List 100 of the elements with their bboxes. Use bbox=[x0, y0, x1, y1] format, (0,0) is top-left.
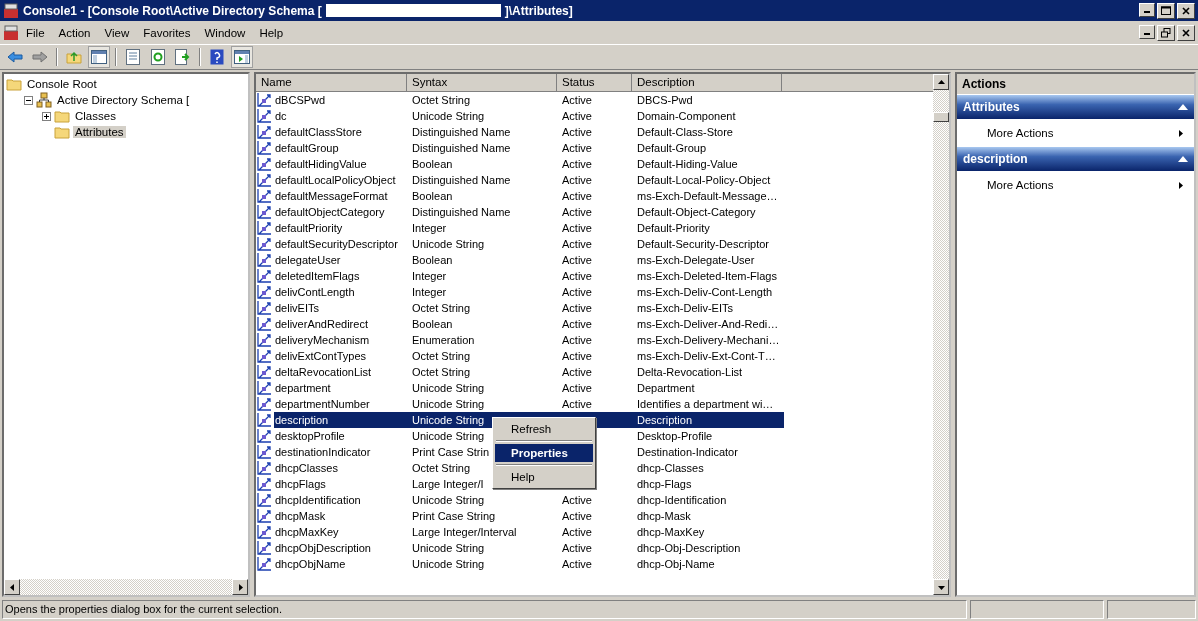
table-cell[interactable]: dhcpObjDescription bbox=[274, 540, 407, 556]
table-cell[interactable]: defaultHidingValue bbox=[274, 156, 407, 172]
table-cell[interactable]: description bbox=[274, 412, 407, 428]
table-cell-text: dhcp-MaxKey bbox=[637, 525, 705, 540]
close-button[interactable] bbox=[1177, 24, 1195, 41]
table-cell[interactable]: dhcpObjName bbox=[274, 556, 407, 572]
table-cell[interactable]: delegateUser bbox=[274, 252, 407, 268]
attribute-icon bbox=[256, 172, 272, 188]
table-cell[interactable]: dhcpMaxKey bbox=[274, 524, 407, 540]
minimize-icon bbox=[1144, 10, 1150, 13]
schema-icon bbox=[36, 92, 52, 108]
menu-item[interactable]: Help bbox=[252, 26, 291, 39]
table-cell-text: Boolean bbox=[412, 189, 453, 204]
table-cell-text: Active bbox=[562, 173, 592, 188]
column-header[interactable]: Status bbox=[557, 74, 632, 91]
table-cell[interactable]: dhcpIdentification bbox=[274, 492, 407, 508]
table-cell[interactable]: defaultMessageFormat bbox=[274, 188, 407, 204]
table-cell-text: dhcp-Classes bbox=[637, 461, 704, 476]
table-cell-text: dhcp-Mask bbox=[637, 509, 691, 524]
table-cell[interactable]: dhcpClasses bbox=[274, 460, 407, 476]
table-cell[interactable]: dhcpFlags bbox=[274, 476, 407, 492]
table-cell[interactable]: dc bbox=[274, 108, 407, 124]
table-cell-text: dhcp-Obj-Description bbox=[637, 541, 741, 556]
column-header[interactable]: Description bbox=[632, 74, 782, 91]
table-cell-text: Active bbox=[562, 285, 592, 300]
minimize-button[interactable] bbox=[1139, 2, 1155, 17]
collapse-icon[interactable] bbox=[1178, 104, 1188, 110]
table-cell[interactable]: department bbox=[274, 380, 407, 396]
table-cell[interactable]: defaultClassStore bbox=[274, 124, 407, 140]
menu-item[interactable]: Help bbox=[495, 468, 593, 486]
table-cell-text: Department bbox=[637, 381, 695, 396]
table-cell-text: ms-Exch-Deleted-Item-Flags bbox=[637, 269, 777, 284]
table-cell-text: Active bbox=[562, 301, 592, 316]
menu-item[interactable]: Refresh bbox=[495, 420, 593, 438]
menu-item[interactable]: Window bbox=[197, 26, 253, 39]
table-cell[interactable]: dBCSPwd bbox=[274, 92, 407, 108]
section-header[interactable]: description bbox=[957, 147, 1194, 171]
close-icon bbox=[1182, 6, 1190, 15]
vertical-scrollbar[interactable] bbox=[933, 74, 949, 595]
table-cell[interactable]: defaultGroup bbox=[274, 140, 407, 156]
section-header[interactable]: Attributes bbox=[957, 95, 1194, 119]
expand-icon[interactable] bbox=[42, 111, 51, 121]
column-header[interactable]: Name bbox=[256, 74, 407, 91]
table-cell-text: Print Case Strin bbox=[412, 445, 490, 460]
collapse-icon[interactable] bbox=[24, 95, 33, 105]
table-cell[interactable]: deliverAndRedirect bbox=[274, 316, 407, 332]
tree-item[interactable]: Classes bbox=[73, 110, 118, 122]
attribute-icon bbox=[256, 524, 272, 540]
attribute-icon bbox=[256, 444, 272, 460]
menu-item[interactable]: Properties bbox=[495, 444, 593, 462]
table-cell-text: Active bbox=[562, 205, 592, 220]
table-cell-text: dhcp-Identification bbox=[637, 493, 727, 508]
table-cell-text: Boolean bbox=[412, 253, 453, 268]
attribute-icon bbox=[256, 92, 272, 108]
table-cell[interactable]: departmentNumber bbox=[274, 396, 407, 412]
action-item[interactable]: More Actions bbox=[957, 119, 1194, 147]
action-item[interactable]: More Actions bbox=[957, 171, 1194, 199]
table-cell-text: Print Case String bbox=[412, 509, 496, 524]
menu-item[interactable]: Favorites bbox=[136, 26, 198, 39]
table-cell-text: Distinguished Name bbox=[412, 125, 511, 140]
table-cell[interactable]: defaultPriority bbox=[274, 220, 407, 236]
table-cell[interactable]: deletedItemFlags bbox=[274, 268, 407, 284]
tree-item[interactable]: Attributes bbox=[73, 126, 126, 138]
maximize-button[interactable] bbox=[1157, 2, 1175, 19]
menu-item[interactable]: View bbox=[97, 26, 137, 39]
menu-item[interactable]: File bbox=[19, 26, 52, 39]
action-pane-button[interactable] bbox=[231, 46, 253, 68]
console-tree-button[interactable] bbox=[88, 46, 110, 68]
menu-item[interactable]: Action bbox=[51, 26, 98, 39]
table-cell[interactable]: deliveryMechanism bbox=[274, 332, 407, 348]
table-cell[interactable]: delivExtContTypes bbox=[274, 348, 407, 364]
table-cell[interactable]: defaultLocalPolicyObject bbox=[274, 172, 407, 188]
close-button[interactable] bbox=[1177, 2, 1195, 19]
folder-icon bbox=[54, 109, 70, 123]
collapse-icon[interactable] bbox=[1178, 156, 1188, 162]
attribute-icon bbox=[256, 364, 272, 380]
attribute-icon bbox=[256, 140, 272, 156]
tree-item[interactable]: Console Root bbox=[25, 78, 99, 90]
table-cell-text: Unicode String bbox=[412, 109, 485, 124]
table-cell-text: Description bbox=[637, 413, 693, 428]
table-cell[interactable]: delivContLength bbox=[274, 284, 407, 300]
table-cell[interactable]: dhcpMask bbox=[274, 508, 407, 524]
table-cell[interactable]: destinationIndicator bbox=[274, 444, 407, 460]
table-cell[interactable]: defaultSecurityDescriptor bbox=[274, 236, 407, 252]
table-cell-text: Active bbox=[562, 349, 592, 364]
scrollbar-thumb[interactable] bbox=[933, 112, 949, 122]
table-cell[interactable]: defaultObjectCategory bbox=[274, 204, 407, 220]
attribute-icon bbox=[256, 492, 272, 508]
column-header[interactable]: Syntax bbox=[407, 74, 557, 91]
table-cell[interactable]: desktopProfile bbox=[274, 428, 407, 444]
restore-icon bbox=[1161, 27, 1171, 38]
table-cell-text: Active bbox=[562, 93, 592, 108]
table-cell[interactable]: deltaRevocationList bbox=[274, 364, 407, 380]
attribute-icon bbox=[256, 236, 272, 252]
close-icon bbox=[1182, 28, 1190, 37]
table-cell[interactable]: delivEITs bbox=[274, 300, 407, 316]
tree-item[interactable]: Active Directory Schema [ bbox=[55, 94, 192, 106]
minimize-button[interactable] bbox=[1139, 24, 1155, 39]
restore-button[interactable] bbox=[1157, 24, 1175, 41]
horizontal-scrollbar[interactable] bbox=[4, 579, 248, 595]
